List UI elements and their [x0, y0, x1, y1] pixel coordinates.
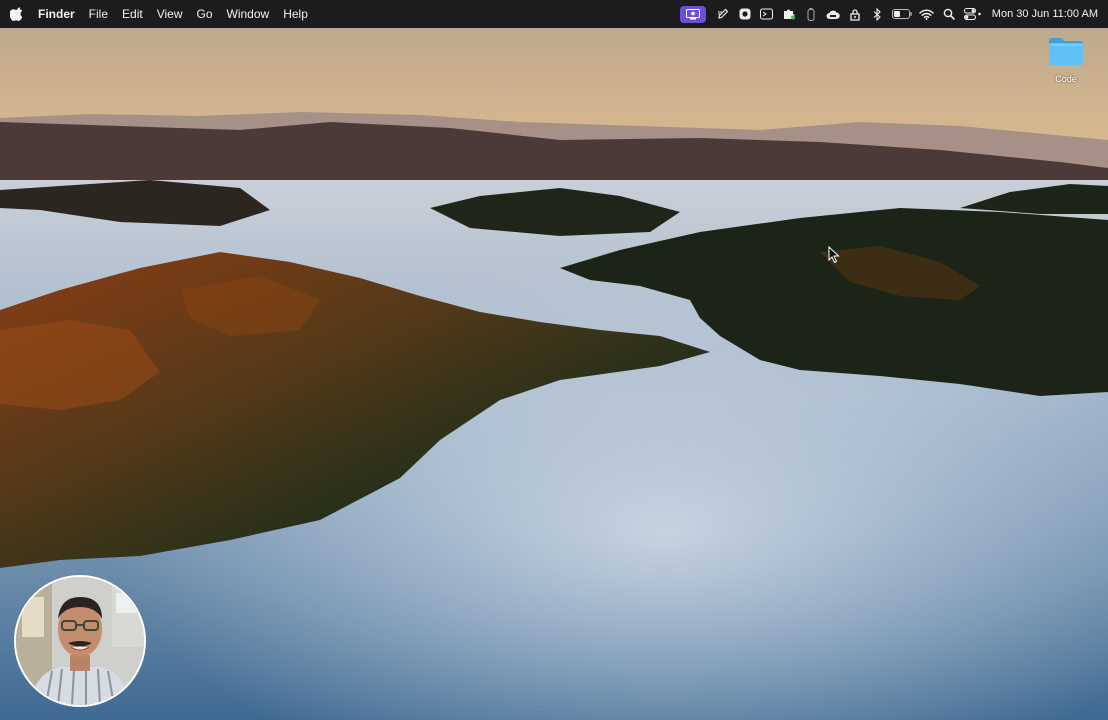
presenter-avatar	[16, 577, 144, 705]
bluetooth-icon[interactable]	[869, 6, 885, 22]
control-center-icon[interactable]	[963, 6, 983, 22]
desktop-wallpaper	[0, 0, 1108, 720]
menu-window[interactable]: Window	[220, 0, 277, 28]
spotlight-search-icon[interactable]	[941, 6, 957, 22]
menu-file[interactable]: File	[82, 0, 115, 28]
desktop-item-label: Code	[1055, 74, 1077, 84]
webcam-overlay[interactable]	[14, 575, 146, 707]
menu-go[interactable]: Go	[190, 0, 220, 28]
record-icon[interactable]	[737, 6, 753, 22]
pen-icon[interactable]	[715, 6, 731, 22]
battery-icon[interactable]	[891, 6, 913, 22]
mouse-cursor-icon	[828, 245, 840, 264]
menu-edit[interactable]: Edit	[115, 0, 150, 28]
battery-indicator-icon[interactable]	[803, 6, 819, 22]
wifi-icon[interactable]	[919, 6, 935, 22]
menu-app-name[interactable]: Finder	[38, 0, 82, 28]
menu-bar-clock[interactable]: Mon 30 Jun 11:00 AM	[992, 8, 1098, 20]
window-icon[interactable]	[759, 6, 775, 22]
extension-icon[interactable]	[781, 6, 797, 22]
desktop-item-code[interactable]: Code	[1042, 36, 1090, 84]
screen-recorder-icon[interactable]	[679, 5, 706, 23]
folder-icon	[1048, 36, 1084, 71]
privacy-icon[interactable]	[847, 6, 863, 22]
apple-logo-icon[interactable]	[10, 6, 24, 22]
menu-view[interactable]: View	[150, 0, 190, 28]
cloud-icon[interactable]	[825, 6, 841, 22]
menu-help[interactable]: Help	[276, 0, 315, 28]
menu-bar: Finder File Edit View Go Window Help Mon…	[0, 0, 1108, 28]
